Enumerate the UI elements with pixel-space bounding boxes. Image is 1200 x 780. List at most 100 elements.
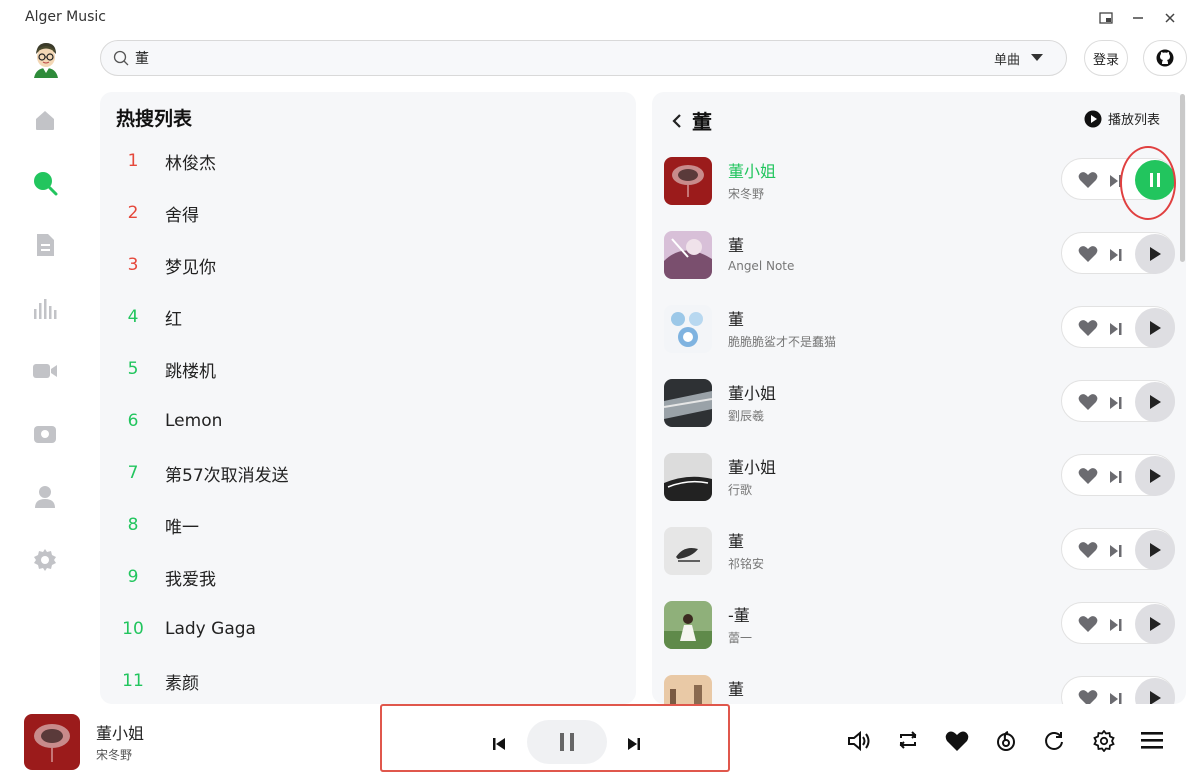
hot-rank: 3 [127,255,139,275]
hot-name: 红 [165,309,182,330]
song-row[interactable]: 董 脆脆脆鲨才不是蠢猫 [652,305,1186,379]
hot-item[interactable]: 6 Lemon [100,395,636,447]
song-row[interactable]: 董小姐 劉辰羲 [652,379,1186,453]
chevron-left-icon [672,113,681,128]
pause-button[interactable] [1135,160,1175,200]
sidebar-item-home[interactable] [32,107,58,133]
sidebar-item-chart[interactable] [32,296,58,322]
song-title: 董 [728,310,745,329]
hot-name: 素颜 [165,673,199,694]
sidebar-item-video[interactable] [32,358,58,384]
add-to-queue-icon[interactable] [1109,321,1123,340]
song-title: 董 [728,680,745,699]
play-button[interactable] [1135,456,1175,496]
song-row[interactable]: 董 Angel Note [652,231,1186,305]
play-button[interactable] [1135,604,1175,644]
song-actions [1061,528,1175,570]
song-title: 董小姐 [728,384,777,403]
add-to-queue-icon[interactable] [1109,395,1123,414]
back-button[interactable]: 董 [672,106,712,135]
hot-rank: 4 [127,307,139,327]
song-title: 董小姐 [728,458,777,477]
avatar[interactable] [28,40,64,78]
song-artist: Angel Note [728,259,795,273]
caret-down-icon [1031,54,1043,61]
search-icon [34,172,58,196]
sidebar-item-radio[interactable] [32,421,58,447]
song-row[interactable]: -董 蕾一 [652,601,1186,675]
heart-icon[interactable] [1078,393,1098,415]
add-to-queue-icon[interactable] [1109,691,1123,704]
github-icon [1156,49,1174,67]
heart-icon[interactable] [1078,467,1098,489]
refresh-icon[interactable] [1043,730,1065,752]
login-button[interactable]: 登录 [1084,40,1128,76]
document-icon [37,234,54,256]
heart-icon[interactable] [1078,689,1098,704]
play-button[interactable] [1135,308,1175,348]
play-icon [1150,617,1161,631]
hot-item[interactable]: 2 舍得 [100,187,636,239]
hot-item[interactable]: 7 第57次取消发送 [100,447,636,499]
song-row[interactable]: 董 [652,675,1186,704]
add-to-queue-icon[interactable] [1109,617,1123,636]
song-cover [664,305,712,353]
hot-item[interactable]: 9 我爱我 [100,551,636,603]
song-row[interactable]: 董 祁铭安 [652,527,1186,601]
song-row[interactable]: 董小姐 行歌 [652,453,1186,527]
song-artist: 祁铭安 [728,557,765,571]
sidebar-item-user[interactable] [32,484,58,510]
repeat-icon[interactable] [897,730,919,750]
play-button[interactable] [1135,382,1175,422]
sidebar-item-search[interactable] [32,170,58,196]
hot-item[interactable]: 10 Lady Gaga [100,603,636,655]
hot-item[interactable]: 8 唯一 [100,499,636,551]
play-button[interactable] [1135,530,1175,570]
close-icon[interactable] [1162,10,1178,26]
heart-icon[interactable] [1078,615,1098,637]
sidebar-item-settings[interactable] [32,547,58,573]
search-input[interactable] [135,50,994,66]
heart-icon[interactable] [1078,319,1098,341]
hot-item[interactable]: 3 梦见你 [100,239,636,291]
heart-icon[interactable] [945,730,969,752]
player-cover[interactable] [24,714,80,770]
player-title: 董小姐 [96,724,145,743]
heart-icon[interactable] [1078,541,1098,563]
heart-icon[interactable] [1078,245,1098,267]
minimize-icon[interactable] [1130,10,1146,26]
play-icon [1150,247,1161,261]
hot-item[interactable]: 11 素颜 [100,655,636,704]
sidebar-item-list[interactable] [32,232,58,258]
song-actions [1061,306,1175,348]
volume-icon[interactable] [847,730,871,752]
hot-item[interactable]: 4红 [100,291,636,343]
play-button[interactable] [1135,678,1175,704]
picture-in-picture-icon[interactable] [1098,10,1114,26]
song-title: 董 [728,532,745,551]
previous-icon[interactable] [492,736,506,755]
song-row[interactable]: 董小姐 宋冬野 [652,157,1186,231]
search-type-select[interactable]: 单曲 [994,49,1044,68]
search-bar: 单曲 [100,40,1067,76]
heart-icon[interactable] [1078,171,1098,193]
hot-item[interactable]: 1 林俊杰 [100,135,636,187]
add-to-queue-icon[interactable] [1109,543,1123,562]
play-button[interactable] [1135,234,1175,274]
menu-icon[interactable] [1141,730,1163,750]
pause-button[interactable] [527,720,607,764]
add-to-queue-icon[interactable] [1109,247,1123,266]
playlist-button[interactable]: 播放列表 [1084,109,1160,128]
next-icon[interactable] [627,736,641,755]
playlist-label: 播放列表 [1107,113,1160,128]
add-to-queue-icon[interactable] [1109,469,1123,488]
results-scrollbar[interactable] [1180,94,1185,262]
gear-icon[interactable] [1093,730,1115,752]
add-to-queue-icon[interactable] [1109,173,1123,192]
hot-item[interactable]: 5 跳楼机 [100,343,636,395]
hot-name: 唯一 [165,517,199,538]
github-button[interactable] [1143,40,1187,76]
netease-icon[interactable] [995,730,1017,752]
song-cover [664,527,712,575]
hot-name: 梦见你 [165,257,216,278]
